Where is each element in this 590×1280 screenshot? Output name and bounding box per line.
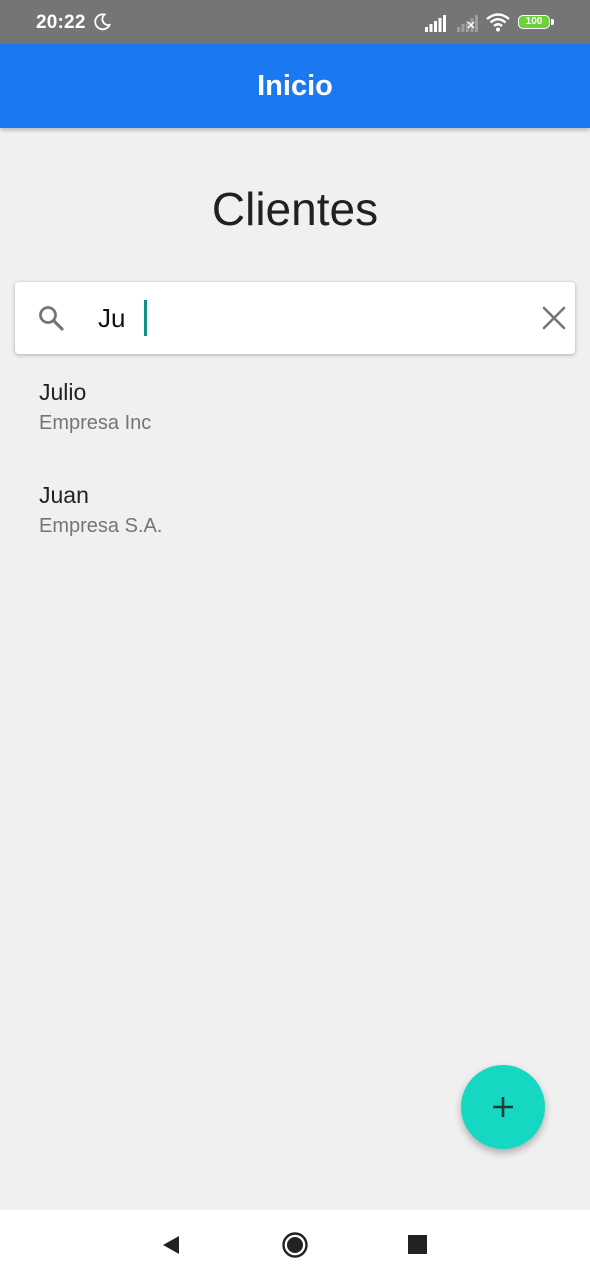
status-bar: 20:22 100	[0, 0, 590, 44]
wifi-icon	[486, 13, 510, 32]
list-item[interactable]: Julio Empresa Inc	[0, 372, 590, 475]
client-company: Empresa Inc	[39, 412, 152, 434]
back-icon[interactable]	[160, 1234, 182, 1256]
search-input[interactable]	[98, 296, 508, 340]
battery-tip	[551, 19, 554, 25]
list-item[interactable]: Juan Empresa S.A.	[0, 475, 590, 578]
search-bar	[15, 282, 575, 354]
navigation-bar	[0, 1210, 590, 1280]
client-list: Julio Empresa Inc Juan Empresa S.A.	[0, 372, 590, 578]
app-bar: Inicio	[0, 44, 590, 128]
signal-icon	[425, 15, 446, 32]
moon-icon	[94, 13, 112, 31]
client-company: Empresa S.A.	[39, 515, 163, 537]
battery-level: 100	[518, 15, 550, 29]
page-title: Clientes	[211, 183, 379, 235]
recents-icon[interactable]	[408, 1235, 427, 1254]
text-cursor	[144, 300, 147, 336]
signal-off-icon	[457, 15, 478, 32]
client-name: Julio	[39, 379, 87, 405]
screen: 20:22 100 Inicio Clientes Ju Julio Empre…	[0, 0, 590, 1280]
home-icon[interactable]	[281, 1231, 309, 1259]
search-icon	[39, 306, 64, 331]
battery-icon: 100	[518, 15, 554, 31]
client-name: Juan	[39, 482, 89, 508]
add-client-button[interactable]	[461, 1065, 545, 1149]
status-time: 20:22	[36, 12, 86, 33]
close-icon[interactable]	[540, 304, 568, 332]
add-icon	[493, 1097, 513, 1117]
app-bar-title: Inicio	[257, 70, 333, 102]
